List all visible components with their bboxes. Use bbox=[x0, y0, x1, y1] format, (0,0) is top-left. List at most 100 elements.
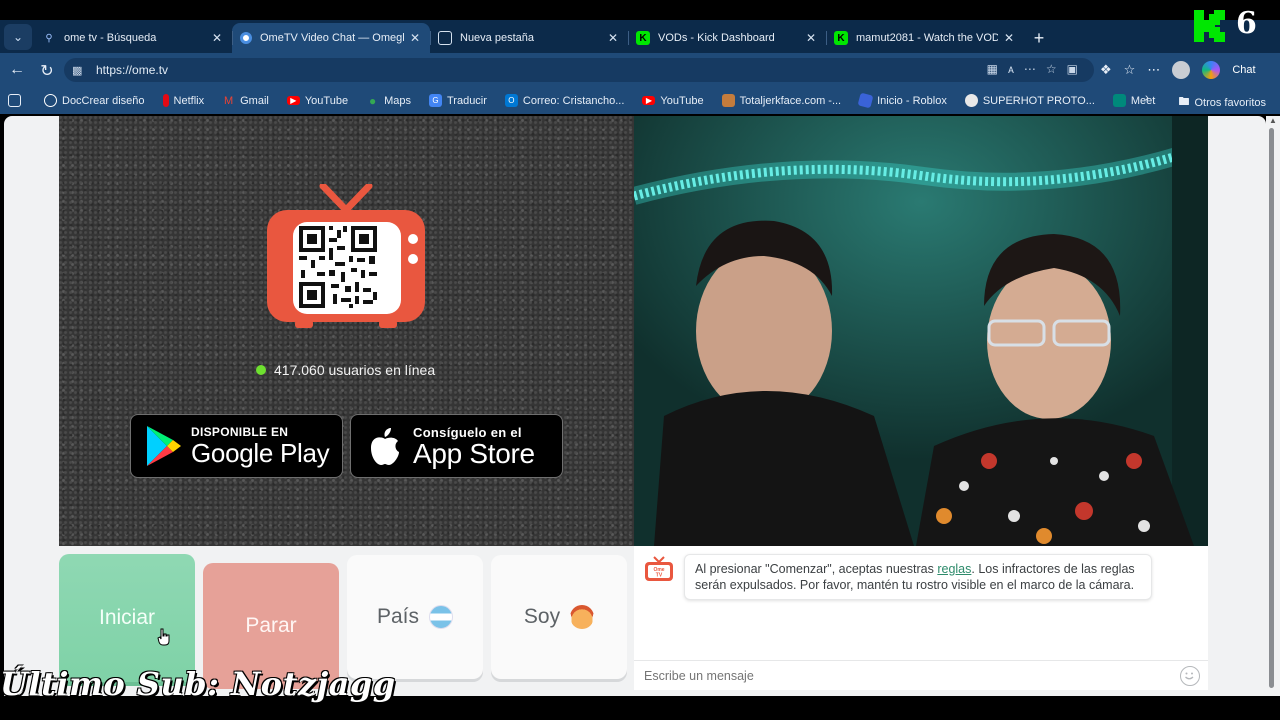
back-button[interactable]: ← bbox=[2, 61, 32, 79]
bookmark-item[interactable]: ▶ YouTube bbox=[642, 94, 704, 107]
gender-button[interactable]: Soy bbox=[491, 555, 627, 679]
youtube-icon: ▶ bbox=[286, 96, 300, 105]
boy-emoji-icon bbox=[570, 605, 595, 629]
google-play-badge[interactable]: DISPONIBLE EN Google Play bbox=[130, 414, 343, 478]
chat-button[interactable]: Chat bbox=[1232, 64, 1255, 76]
url-field[interactable]: ▩ https://ome.tv ▦ ᴀ ⋯ ☆ ▣ bbox=[64, 58, 1094, 82]
other-favorites[interactable]: 🖿 Otros favoritos bbox=[1178, 93, 1266, 112]
chevron-right-icon[interactable]: › bbox=[1145, 92, 1149, 104]
bookmark-item[interactable]: G Traducir bbox=[428, 94, 487, 107]
superhot-icon bbox=[964, 94, 978, 107]
camera-icon[interactable]: ▣ bbox=[1067, 62, 1078, 76]
search-icon: ⚲ bbox=[45, 32, 53, 44]
bookmark-label: Correo: Cristancho... bbox=[522, 94, 625, 107]
bookmark-label: Traducir bbox=[446, 94, 487, 107]
tab-title: ome tv - Búsqueda bbox=[64, 32, 157, 44]
tab-ometv[interactable]: OmeTV Video Chat — Omegl ✕ bbox=[232, 23, 430, 53]
profile-avatar[interactable] bbox=[1172, 61, 1191, 79]
tab-title: VODs - Kick Dashboard bbox=[658, 32, 775, 44]
netflix-icon bbox=[162, 94, 169, 107]
country-button-label: País bbox=[376, 605, 420, 628]
site-info-icon[interactable]: ▩ bbox=[72, 64, 86, 77]
hand-cursor-icon bbox=[157, 628, 170, 646]
folder-icon: 🖿 bbox=[1178, 96, 1190, 108]
tab-kick-watch[interactable]: K mamut2081 - Watch the VOD on K ✕ bbox=[826, 23, 1024, 53]
address-bar: ← ↻ ▩ https://ome.tv ▦ ᴀ ⋯ ☆ ▣ ❖ ☆ ⋯ Cha… bbox=[0, 53, 1280, 87]
tab-kick-vods[interactable]: K VODs - Kick Dashboard ✕ bbox=[628, 23, 826, 53]
start-button[interactable]: Iniciar bbox=[59, 554, 195, 682]
bookmark-item[interactable]: Netflix bbox=[162, 94, 204, 107]
bookmark-label: YouTube bbox=[660, 94, 704, 107]
more-menu-icon[interactable]: ⋯ bbox=[1147, 62, 1160, 78]
close-icon[interactable]: ✕ bbox=[606, 31, 620, 45]
tab-title: OmeTV Video Chat — Omegl bbox=[260, 32, 404, 44]
chat-message-input[interactable] bbox=[634, 661, 1180, 690]
bookmark-item[interactable]: ● Maps bbox=[366, 93, 411, 108]
system-message-prefix: Al presionar "Comenzar", aceptas nuestra… bbox=[695, 562, 938, 576]
gmail-icon: M bbox=[224, 94, 234, 107]
new-tab-button[interactable]: + bbox=[1024, 23, 1054, 53]
outlook-icon: O bbox=[504, 94, 518, 107]
roblox-icon bbox=[857, 92, 874, 109]
stream-top-bar bbox=[0, 0, 1280, 20]
copilot-icon[interactable] bbox=[1202, 61, 1221, 79]
country-button[interactable]: País bbox=[347, 555, 483, 679]
google-play-small: DISPONIBLE EN bbox=[191, 425, 289, 439]
bookmark-label: Inicio - Roblox bbox=[877, 94, 947, 107]
self-camera-video bbox=[634, 116, 1208, 546]
reload-button[interactable]: ↻ bbox=[32, 61, 62, 81]
meet-icon bbox=[1112, 94, 1126, 107]
ometv-page: 417.060 usuarios en línea DISPONIBLE EN … bbox=[4, 116, 1266, 696]
close-icon[interactable]: ✕ bbox=[804, 31, 818, 45]
tab-title: Nueva pestaña bbox=[460, 32, 534, 44]
rules-link[interactable]: reglas bbox=[937, 562, 971, 576]
record-icon bbox=[240, 32, 252, 44]
gender-button-label: Soy bbox=[523, 605, 561, 628]
globe-icon bbox=[44, 94, 57, 107]
bookmark-label: Meet bbox=[1130, 94, 1156, 107]
bookmark-item[interactable]: DocCrear diseño bbox=[44, 94, 145, 107]
tab-ome-search[interactable]: ⚲ ome tv - Búsqueda ✕ bbox=[34, 23, 232, 53]
tab-strip: ⌄ ⚲ ome tv - Búsqueda ✕ OmeTV Video Chat… bbox=[0, 20, 1280, 53]
google-play-icon bbox=[147, 426, 181, 466]
extensions-icon[interactable]: ❖ bbox=[1100, 62, 1112, 78]
ometv-chat-logo: Ome TV bbox=[645, 556, 673, 581]
bookmark-item[interactable]: SUPERHOT PROTO... bbox=[964, 94, 1095, 107]
bookmark-item[interactable]: Inicio - Roblox bbox=[857, 92, 947, 109]
partner-video-placeholder: 417.060 usuarios en línea DISPONIBLE EN … bbox=[59, 116, 634, 546]
bookmark-item[interactable]: M Gmail bbox=[222, 94, 269, 107]
online-dot-icon bbox=[256, 365, 266, 375]
emoji-picker-icon[interactable] bbox=[1180, 665, 1200, 686]
collections-icon bbox=[8, 94, 21, 107]
kick-icon: K bbox=[636, 31, 650, 45]
kick-icon: K bbox=[834, 31, 848, 45]
bookmark-item[interactable]: O Correo: Cristancho... bbox=[504, 94, 625, 107]
close-icon[interactable]: ✕ bbox=[210, 31, 224, 45]
system-message: Al presionar "Comenzar", aceptas nuestra… bbox=[684, 554, 1152, 600]
kick-count: 6 bbox=[1236, 6, 1257, 41]
google-play-big: Google Play bbox=[191, 438, 330, 468]
tab-new-tab[interactable]: Nueva pestaña ✕ bbox=[430, 23, 628, 53]
kick-logo bbox=[1194, 10, 1225, 42]
ometv-qr-logo[interactable] bbox=[265, 184, 427, 329]
bookmark-item[interactable]: ▶ YouTube bbox=[286, 95, 348, 107]
maps-icon: ● bbox=[368, 93, 377, 108]
app-store-badge[interactable]: Consíguelo en el App Store bbox=[350, 414, 563, 478]
read-aloud-icon[interactable]: ᴀ bbox=[1008, 62, 1014, 76]
scroll-up-icon[interactable]: ▲ bbox=[1269, 116, 1277, 125]
close-icon[interactable]: ✕ bbox=[408, 31, 422, 45]
favorite-star-icon[interactable]: ☆ bbox=[1046, 62, 1057, 76]
argentina-flag-icon bbox=[429, 605, 454, 629]
bookmark-label: Totaljerkface.com -... bbox=[739, 94, 842, 107]
app-available-icon[interactable]: ▦ bbox=[987, 62, 998, 76]
bookmark-sidebar-toggle[interactable] bbox=[8, 94, 26, 107]
tab-actions-button[interactable]: ⌄ bbox=[4, 24, 32, 50]
bookmark-label: Maps bbox=[384, 94, 411, 107]
favorites-icon[interactable]: ☆ bbox=[1124, 62, 1136, 78]
close-icon[interactable]: ✕ bbox=[1002, 31, 1016, 45]
page-scrollbar[interactable]: ▲ bbox=[1266, 116, 1280, 696]
more-tools-icon[interactable]: ⋯ bbox=[1024, 62, 1036, 76]
scrollbar-thumb[interactable] bbox=[1269, 128, 1274, 688]
bookmark-item[interactable]: Totaljerkface.com -... bbox=[721, 94, 842, 107]
tab-title: mamut2081 - Watch the VOD on K bbox=[856, 32, 998, 44]
